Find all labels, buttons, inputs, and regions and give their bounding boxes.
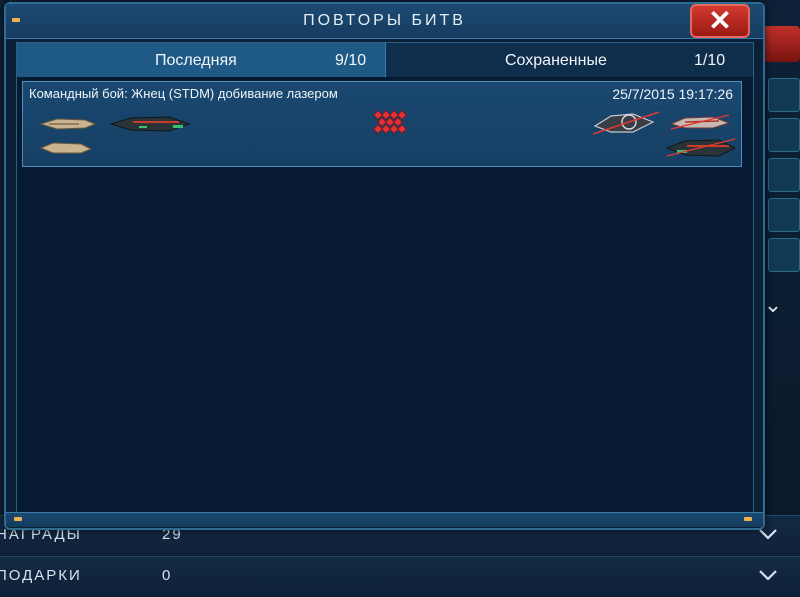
replay-tabs: Последняя 9/10 Сохраненные 1/10 — [17, 43, 753, 77]
chevron-down-icon[interactable] — [756, 563, 780, 587]
tab-latest-count: 9/10 — [335, 52, 367, 69]
background-side-button — [768, 198, 800, 232]
replay-title: Командный бой: Жнец (STDM) добивание лаз… — [29, 86, 338, 101]
versus-icon — [373, 110, 407, 134]
background-side-button — [768, 238, 800, 272]
gifts-label: ПОДАРКИ — [0, 567, 82, 584]
ship-icon — [39, 118, 97, 130]
background-side-button — [768, 118, 800, 152]
background-side-button — [768, 158, 800, 192]
dialog-title: ПОВТОРЫ БИТВ — [303, 12, 466, 29]
dialog-bottom-bar — [6, 512, 763, 527]
background-close-button — [760, 26, 800, 62]
destroyed-ship-icon — [669, 114, 731, 130]
ship-icon — [39, 142, 93, 154]
tab-saved[interactable]: Сохраненные 1/10 — [385, 43, 753, 77]
tab-latest[interactable]: Последняя 9/10 — [17, 43, 385, 77]
destroyed-ship-icon — [592, 111, 660, 135]
replay-datetime: 25/7/2015 19:17:26 — [612, 86, 733, 102]
background-side-button — [768, 78, 800, 112]
tab-latest-label: Последняя — [155, 52, 237, 69]
corner-decoration — [14, 517, 22, 521]
gifts-value: 0 — [162, 567, 173, 584]
close-button[interactable]: ✕ — [690, 4, 750, 38]
tab-saved-label: Сохраненные — [505, 52, 607, 69]
destroyed-ship-icon — [665, 138, 737, 157]
corner-decoration — [744, 517, 752, 521]
battle-replays-dialog: ПОВТОРЫ БИТВ ✕ Последняя 9/10 Сохраненны… — [4, 2, 765, 530]
replay-list-item[interactable]: Командный бой: Жнец (STDM) добивание лаз… — [22, 81, 742, 167]
replays-panel: Последняя 9/10 Сохраненные 1/10 Командны… — [16, 42, 754, 514]
close-icon[interactable]: ✕ — [692, 6, 748, 36]
ship-icon — [109, 116, 191, 132]
corner-decoration — [12, 18, 20, 22]
gifts-row[interactable]: ПОДАРКИ 0 — [0, 556, 800, 597]
dialog-title-bar: ПОВТОРЫ БИТВ — [6, 4, 763, 39]
tab-saved-count: 1/10 — [694, 52, 726, 69]
